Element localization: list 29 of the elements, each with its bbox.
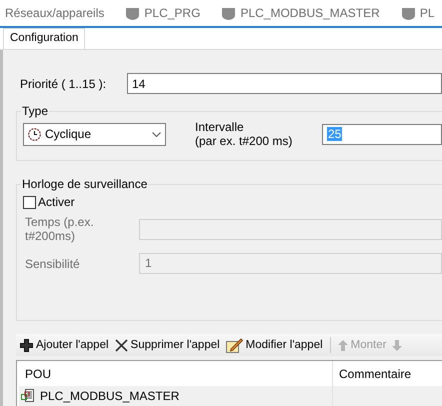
- configuration-tab[interactable]: Configuration: [3, 28, 86, 49]
- editor-tab[interactable]: PL: [396, 0, 440, 26]
- plus-icon: [20, 338, 33, 352]
- table-cell: PLC_MODBUS_MASTER: [40, 389, 180, 403]
- time-label: Temps (p.ex. t#200ms): [24, 215, 95, 243]
- add-button[interactable]: Ajouter l'appel: [18, 338, 111, 352]
- priority-field[interactable]: 14: [127, 73, 442, 94]
- editor-tab[interactable]: PLC_PRG: [120, 0, 206, 26]
- down-arrow-icon: [392, 340, 402, 351]
- priority-label: Priorité ( 1..15 ):: [20, 76, 108, 90]
- group-title: Horloge de surveillance: [21, 177, 148, 191]
- close-icon: [114, 338, 128, 352]
- clock-icon: [28, 128, 41, 140]
- interval-label: Intervalle (par ex. t#200 ms): [195, 120, 294, 148]
- sensitivity-field[interactable]: 1: [139, 253, 442, 274]
- column-header[interactable]: Commentaire: [333, 361, 442, 386]
- pou-icon: [21, 389, 35, 403]
- pencil-icon: [226, 338, 243, 353]
- editor-tab[interactable]: Réseaux/appareils: [0, 0, 110, 26]
- editor-tab[interactable]: PLC_MODBUS_MASTER: [216, 0, 385, 26]
- up-arrow-icon: [338, 340, 348, 351]
- sensitivity-label: Sensibilité: [24, 256, 81, 270]
- chevron-down-icon: [152, 132, 161, 136]
- edit-button[interactable]: Modifier l'appel: [224, 338, 325, 353]
- type-dropdown[interactable]: Cyclique: [23, 122, 166, 146]
- table-row[interactable]: PLC_MODBUS_MASTER: [19, 386, 442, 406]
- activate-checkbox[interactable]: Activer: [23, 195, 442, 209]
- delete-button[interactable]: Supprimer l'appel: [112, 338, 222, 352]
- group-title: Type: [21, 104, 50, 118]
